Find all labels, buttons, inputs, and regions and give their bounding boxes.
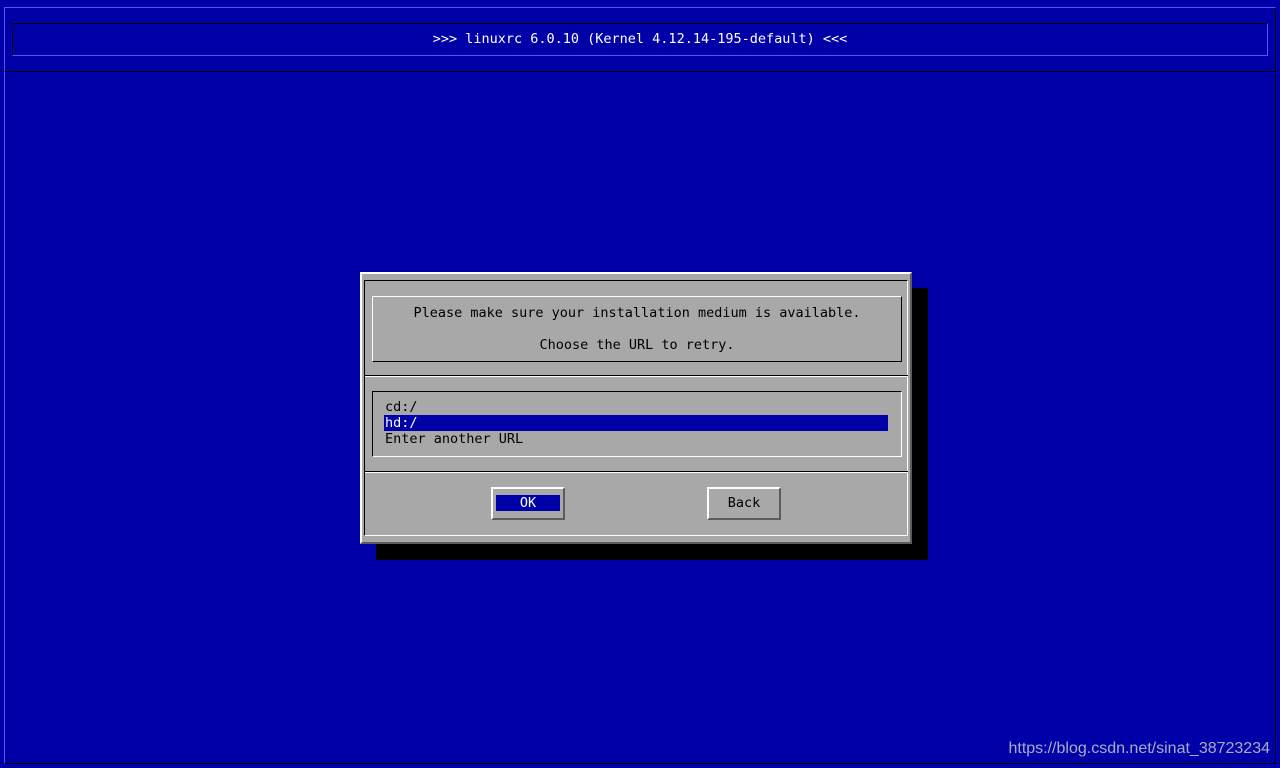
retry-dialog: Please make sure your installation mediu… <box>360 272 912 544</box>
list-item-cd[interactable]: cd:/ <box>384 399 888 415</box>
page-title: >>> linuxrc 6.0.10 (Kernel 4.12.14-195-d… <box>432 31 848 47</box>
list-item-hd[interactable]: hd:/ <box>384 415 888 431</box>
watermark: https://blog.csdn.net/sinat_38723234 <box>1008 740 1270 757</box>
ok-button-label: OK <box>496 495 560 511</box>
message-line-2: Choose the URL to retry. <box>539 337 735 353</box>
back-button[interactable]: Back <box>707 487 781 520</box>
title-box: >>> linuxrc 6.0.10 (Kernel 4.12.14-195-d… <box>12 23 1268 56</box>
back-button-label: Back <box>727 495 761 511</box>
divider-top <box>365 375 908 377</box>
ok-button[interactable]: OK <box>491 487 565 520</box>
list-item-another-url[interactable]: Enter another URL <box>384 431 888 447</box>
divider-bottom <box>365 471 908 473</box>
url-list[interactable]: cd:/ hd:/ Enter another URL <box>372 391 902 457</box>
message-line-1: Please make sure your installation mediu… <box>413 305 861 321</box>
message-box: Please make sure your installation mediu… <box>372 296 902 362</box>
